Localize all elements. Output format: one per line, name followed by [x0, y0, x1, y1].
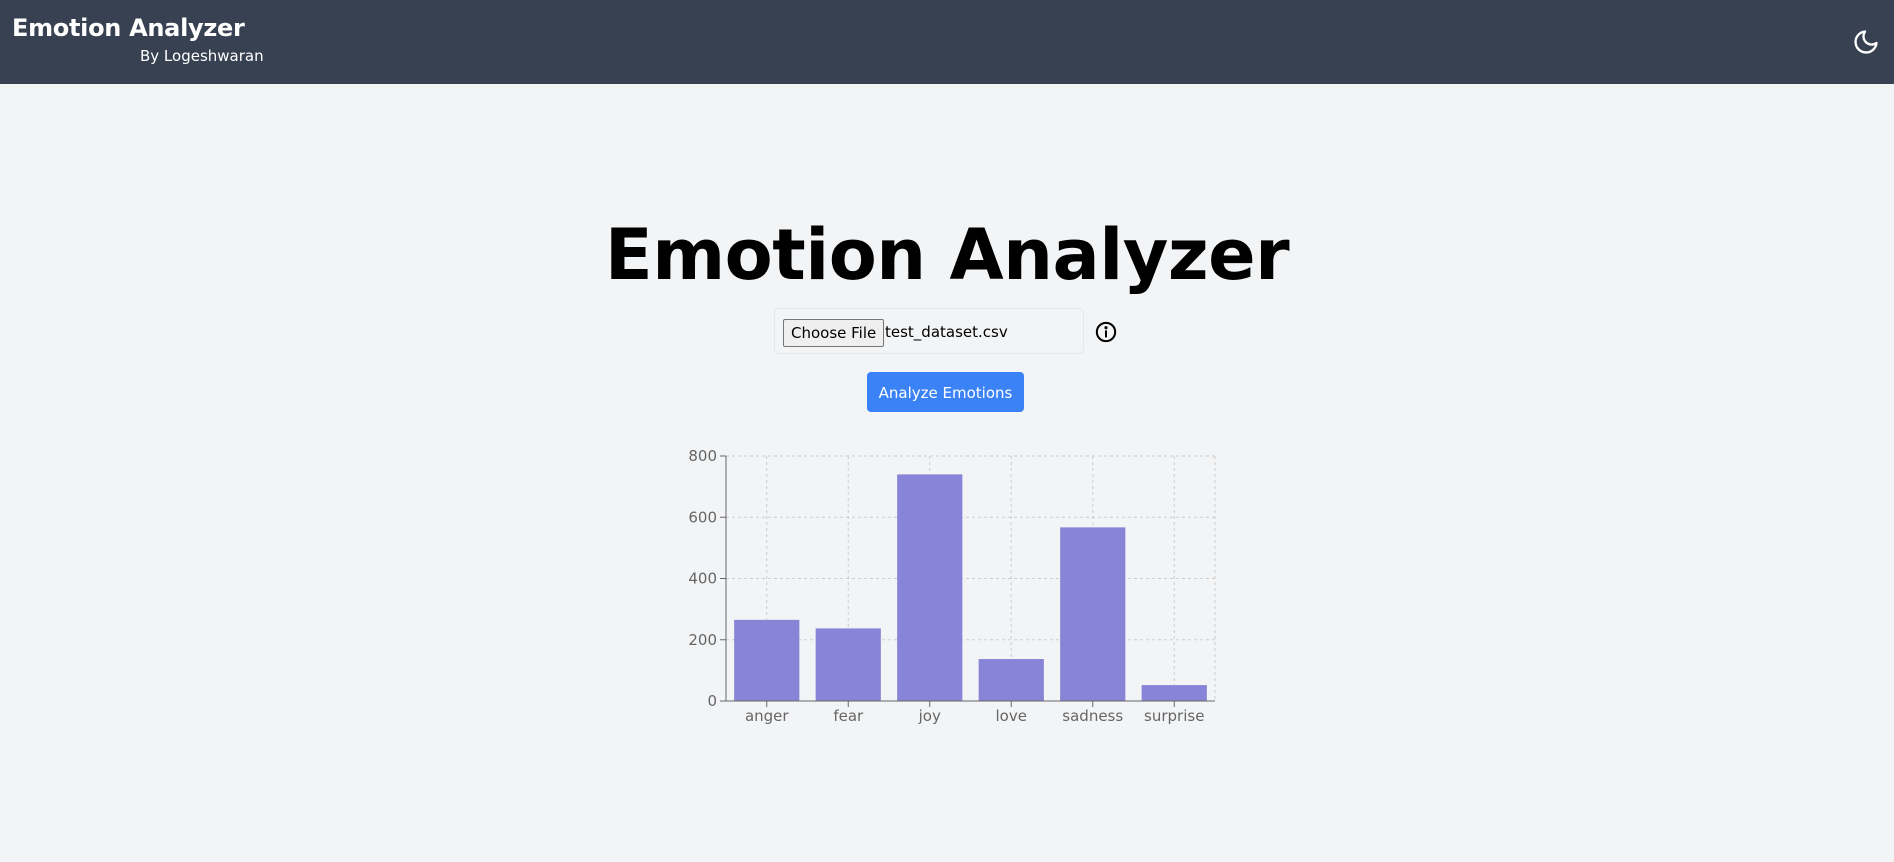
x-tick-label: fear [833, 707, 864, 725]
chart-bars [734, 474, 1207, 701]
x-tick-label: surprise [1144, 707, 1204, 725]
y-tick-label: 400 [688, 570, 717, 588]
y-tick-label: 200 [688, 631, 717, 649]
bar-sadness [1060, 527, 1126, 701]
x-tick-label: joy [918, 707, 941, 725]
x-tick-label: sadness [1062, 707, 1123, 725]
bar-joy [897, 474, 963, 701]
bar-fear [815, 628, 881, 701]
x-tick-label: love [996, 707, 1027, 725]
bar-anger [734, 619, 800, 701]
y-tick-label: 800 [688, 447, 717, 465]
bar-surprise [1141, 685, 1207, 701]
y-tick-label: 0 [707, 692, 717, 710]
y-tick-label: 600 [688, 508, 717, 526]
x-tick-label: anger [745, 707, 789, 725]
bar-love [978, 659, 1044, 701]
emotion-bar-chart: 0 200 400 600 800 anger fear joy love sadness surp… [688, 447, 1216, 725]
